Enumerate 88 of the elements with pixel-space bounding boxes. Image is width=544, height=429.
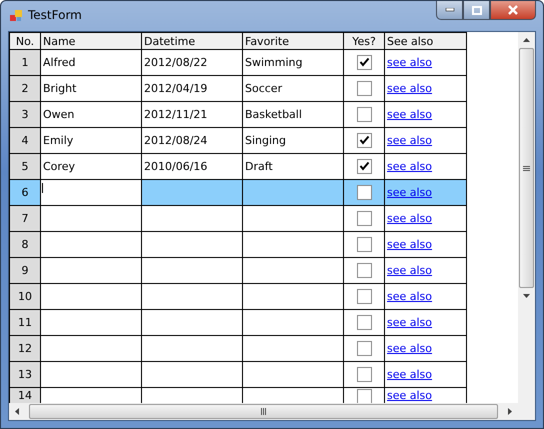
row-header[interactable]: 6 xyxy=(10,180,40,206)
table-cell[interactable] xyxy=(142,284,242,310)
checkbox[interactable] xyxy=(356,389,372,403)
table-cell[interactable] xyxy=(242,310,344,336)
row-header[interactable]: 9 xyxy=(10,258,40,284)
table-cell[interactable]: Basketball xyxy=(242,102,344,128)
table-cell[interactable] xyxy=(242,206,344,232)
checkbox[interactable] xyxy=(356,185,372,200)
table-cell[interactable] xyxy=(242,258,344,284)
column-header[interactable]: Yes? xyxy=(344,32,384,50)
row-header[interactable]: 11 xyxy=(10,310,40,336)
checkbox[interactable] xyxy=(356,237,372,252)
row-header[interactable]: 4 xyxy=(10,128,40,154)
vertical-scrollbar[interactable] xyxy=(518,32,535,403)
table-cell[interactable]: 2012/11/21 xyxy=(142,102,242,128)
column-header[interactable]: Name xyxy=(40,32,142,50)
column-header[interactable]: No. xyxy=(10,32,40,50)
table-cell[interactable] xyxy=(242,362,344,388)
table-cell[interactable] xyxy=(242,180,344,206)
horizontal-scrollbar[interactable] xyxy=(9,403,535,420)
table-cell[interactable] xyxy=(142,258,242,284)
table-cell[interactable] xyxy=(40,206,142,232)
table-cell[interactable] xyxy=(40,336,142,362)
checkbox[interactable] xyxy=(356,367,372,382)
table-cell[interactable]: 2012/08/24 xyxy=(142,128,242,154)
scroll-down-icon[interactable] xyxy=(523,294,530,298)
table-cell[interactable] xyxy=(242,284,344,310)
table-cell[interactable]: Soccer xyxy=(242,76,344,102)
checkbox[interactable] xyxy=(356,159,372,174)
table-cell[interactable]: 2012/04/19 xyxy=(142,76,242,102)
grip-icon xyxy=(523,166,530,170)
table-cell[interactable] xyxy=(242,232,344,258)
table-cell[interactable]: Singing xyxy=(242,128,344,154)
scroll-right-icon[interactable] xyxy=(508,408,512,415)
table-cell[interactable] xyxy=(142,310,242,336)
table-cell[interactable] xyxy=(142,336,242,362)
close-button[interactable] xyxy=(490,1,536,20)
close-icon xyxy=(507,5,519,15)
row-header[interactable]: 13 xyxy=(10,362,40,388)
checkbox[interactable] xyxy=(356,107,372,122)
grip-icon xyxy=(261,408,266,415)
table-cell[interactable] xyxy=(40,232,142,258)
table-cell[interactable] xyxy=(40,258,142,284)
minimize-button[interactable] xyxy=(436,1,463,20)
row-header[interactable]: 12 xyxy=(10,336,40,362)
row-header[interactable]: 1 xyxy=(10,50,40,76)
app-icon xyxy=(10,10,22,22)
table-cell[interactable]: Bright xyxy=(40,76,142,102)
row-header[interactable]: 10 xyxy=(10,284,40,310)
table-cell[interactable]: 2012/08/22 xyxy=(142,50,242,76)
table-cell[interactable] xyxy=(242,336,344,362)
checkbox[interactable] xyxy=(356,341,372,356)
row-header[interactable]: 14 xyxy=(10,388,40,403)
table-cell[interactable] xyxy=(142,232,242,258)
checkbox[interactable] xyxy=(356,55,372,70)
row-header[interactable]: 7 xyxy=(10,206,40,232)
checkbox[interactable] xyxy=(356,263,372,278)
table-cell[interactable]: Swimming xyxy=(242,50,344,76)
table-cell[interactable] xyxy=(40,180,142,206)
checkbox[interactable] xyxy=(356,289,372,304)
checkbox[interactable] xyxy=(356,81,372,96)
table-cell[interactable]: Emily xyxy=(40,128,142,154)
table-cell[interactable] xyxy=(142,362,242,388)
table-cell[interactable] xyxy=(142,206,242,232)
checkbox[interactable] xyxy=(356,133,372,148)
window-title: TestForm xyxy=(28,8,82,22)
table-cell[interactable] xyxy=(40,310,142,336)
maximize-icon xyxy=(472,6,482,14)
row-header[interactable]: 3 xyxy=(10,102,40,128)
column-header[interactable]: Favorite xyxy=(242,32,344,50)
table-cell[interactable] xyxy=(142,180,242,206)
row-header[interactable]: 8 xyxy=(10,232,40,258)
checkbox[interactable] xyxy=(356,315,372,330)
table-cell[interactable] xyxy=(40,362,142,388)
column-header[interactable]: See also xyxy=(384,32,466,50)
row-header[interactable]: 2 xyxy=(10,76,40,102)
minimize-icon xyxy=(444,8,454,12)
scroll-thumb[interactable] xyxy=(29,404,498,419)
scroll-thumb[interactable] xyxy=(519,48,534,288)
scroll-up-icon[interactable] xyxy=(523,38,530,42)
maximize-button[interactable] xyxy=(463,1,490,20)
row-header[interactable]: 5 xyxy=(10,154,40,180)
table-cell[interactable]: Alfred xyxy=(40,50,142,76)
table-cell[interactable] xyxy=(40,284,142,310)
column-header[interactable]: Datetime xyxy=(142,32,242,50)
checkbox[interactable] xyxy=(356,211,372,226)
table-cell[interactable]: Owen xyxy=(40,102,142,128)
scroll-left-icon[interactable] xyxy=(15,408,19,415)
